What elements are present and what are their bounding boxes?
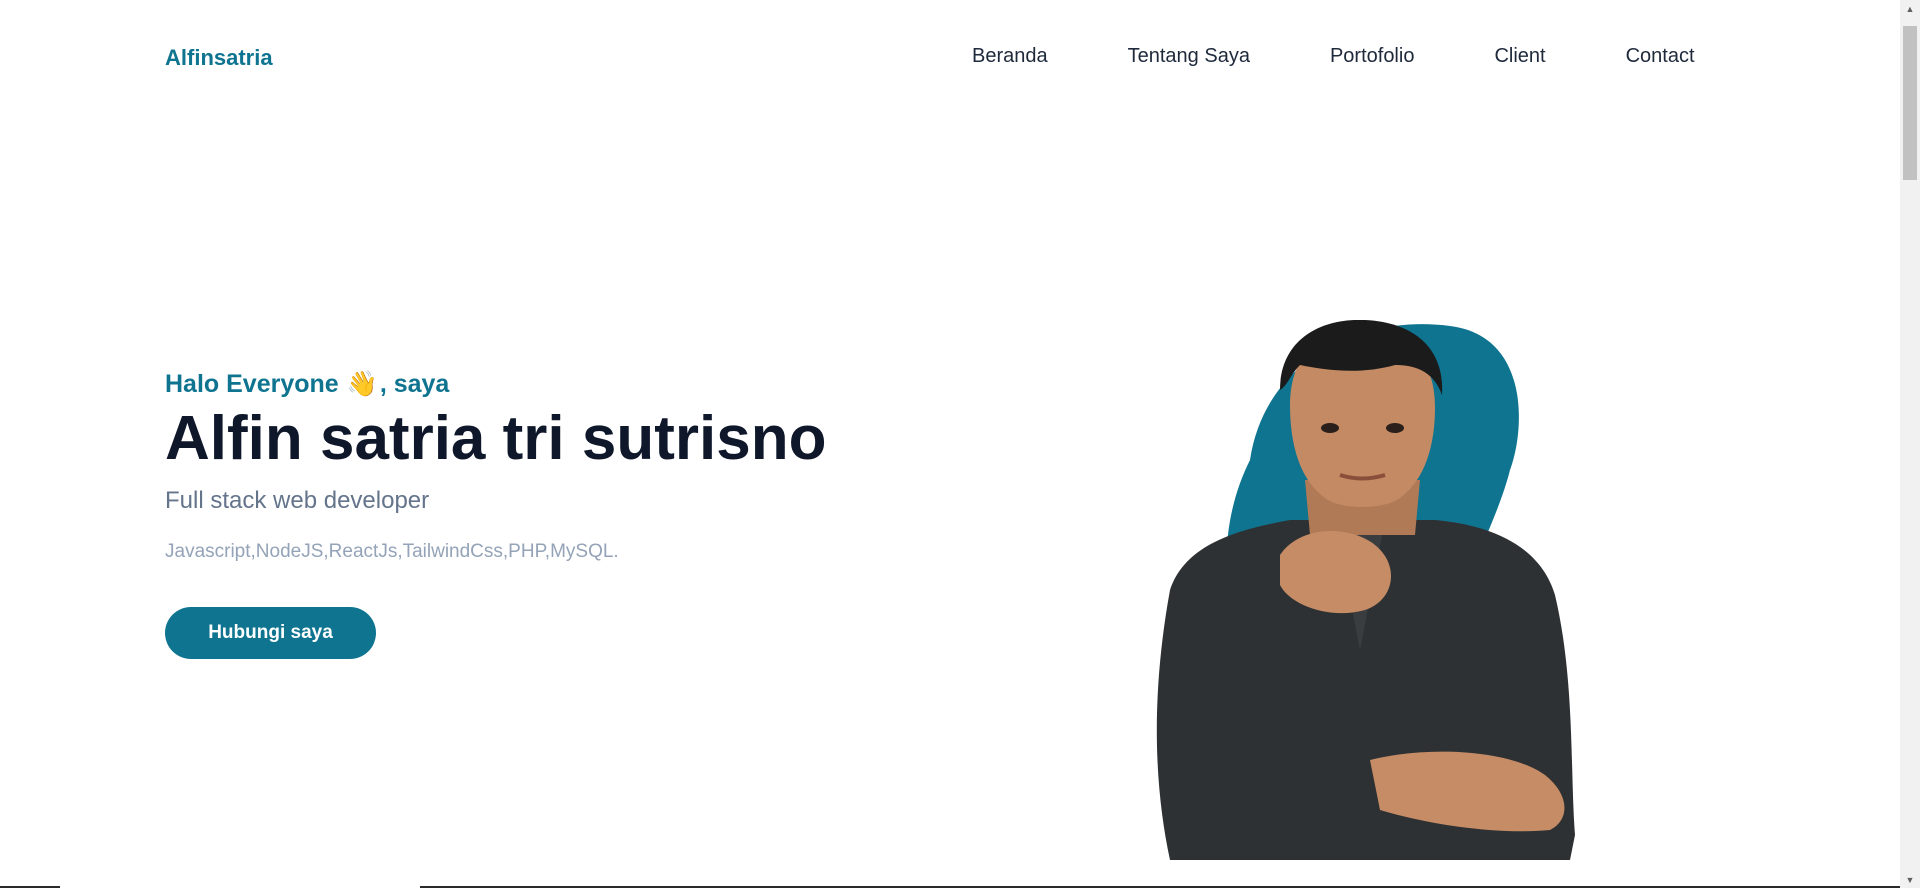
nav-item-beranda[interactable]: Beranda bbox=[972, 45, 1048, 68]
waving-hand-icon: 👋 bbox=[346, 370, 378, 398]
nav-item-portofolio[interactable]: Portofolio bbox=[1330, 45, 1415, 68]
scroll-down-arrow-icon[interactable]: ▼ bbox=[1900, 871, 1920, 888]
hero-greeting: Halo Everyone 👋 , saya bbox=[165, 370, 826, 399]
nav-item-tentang-saya[interactable]: Tentang Saya bbox=[1128, 45, 1250, 68]
hero-skills: Javascript,NodeJS,ReactJs,TailwindCss,PH… bbox=[165, 541, 619, 563]
main-nav: Beranda Tentang Saya Portofolio Client C… bbox=[972, 45, 1695, 68]
site-header: Alfinsatria Beranda Tentang Saya Portofo… bbox=[0, 0, 1900, 116]
nav-item-contact[interactable]: Contact bbox=[1626, 45, 1695, 68]
nav-item-client[interactable]: Client bbox=[1494, 45, 1545, 68]
scroll-up-arrow-icon[interactable]: ▲ bbox=[1900, 0, 1920, 17]
greeting-text: Halo Everyone bbox=[165, 370, 339, 398]
hero-name: Alfin satria tri sutrisno bbox=[165, 404, 827, 473]
vertical-scrollbar[interactable]: ▲ ▼ bbox=[1900, 0, 1920, 888]
hero-role: Full stack web developer bbox=[165, 487, 430, 515]
scrollbar-thumb[interactable] bbox=[1903, 26, 1917, 180]
hero-section: Halo Everyone 👋 , saya Alfin satria tri … bbox=[165, 370, 827, 660]
greeting-suffix: , saya bbox=[379, 370, 450, 398]
contact-me-button[interactable]: Hubungi saya bbox=[165, 607, 376, 660]
profile-photo bbox=[1130, 319, 1590, 860]
site-logo[interactable]: Alfinsatria bbox=[165, 45, 273, 71]
